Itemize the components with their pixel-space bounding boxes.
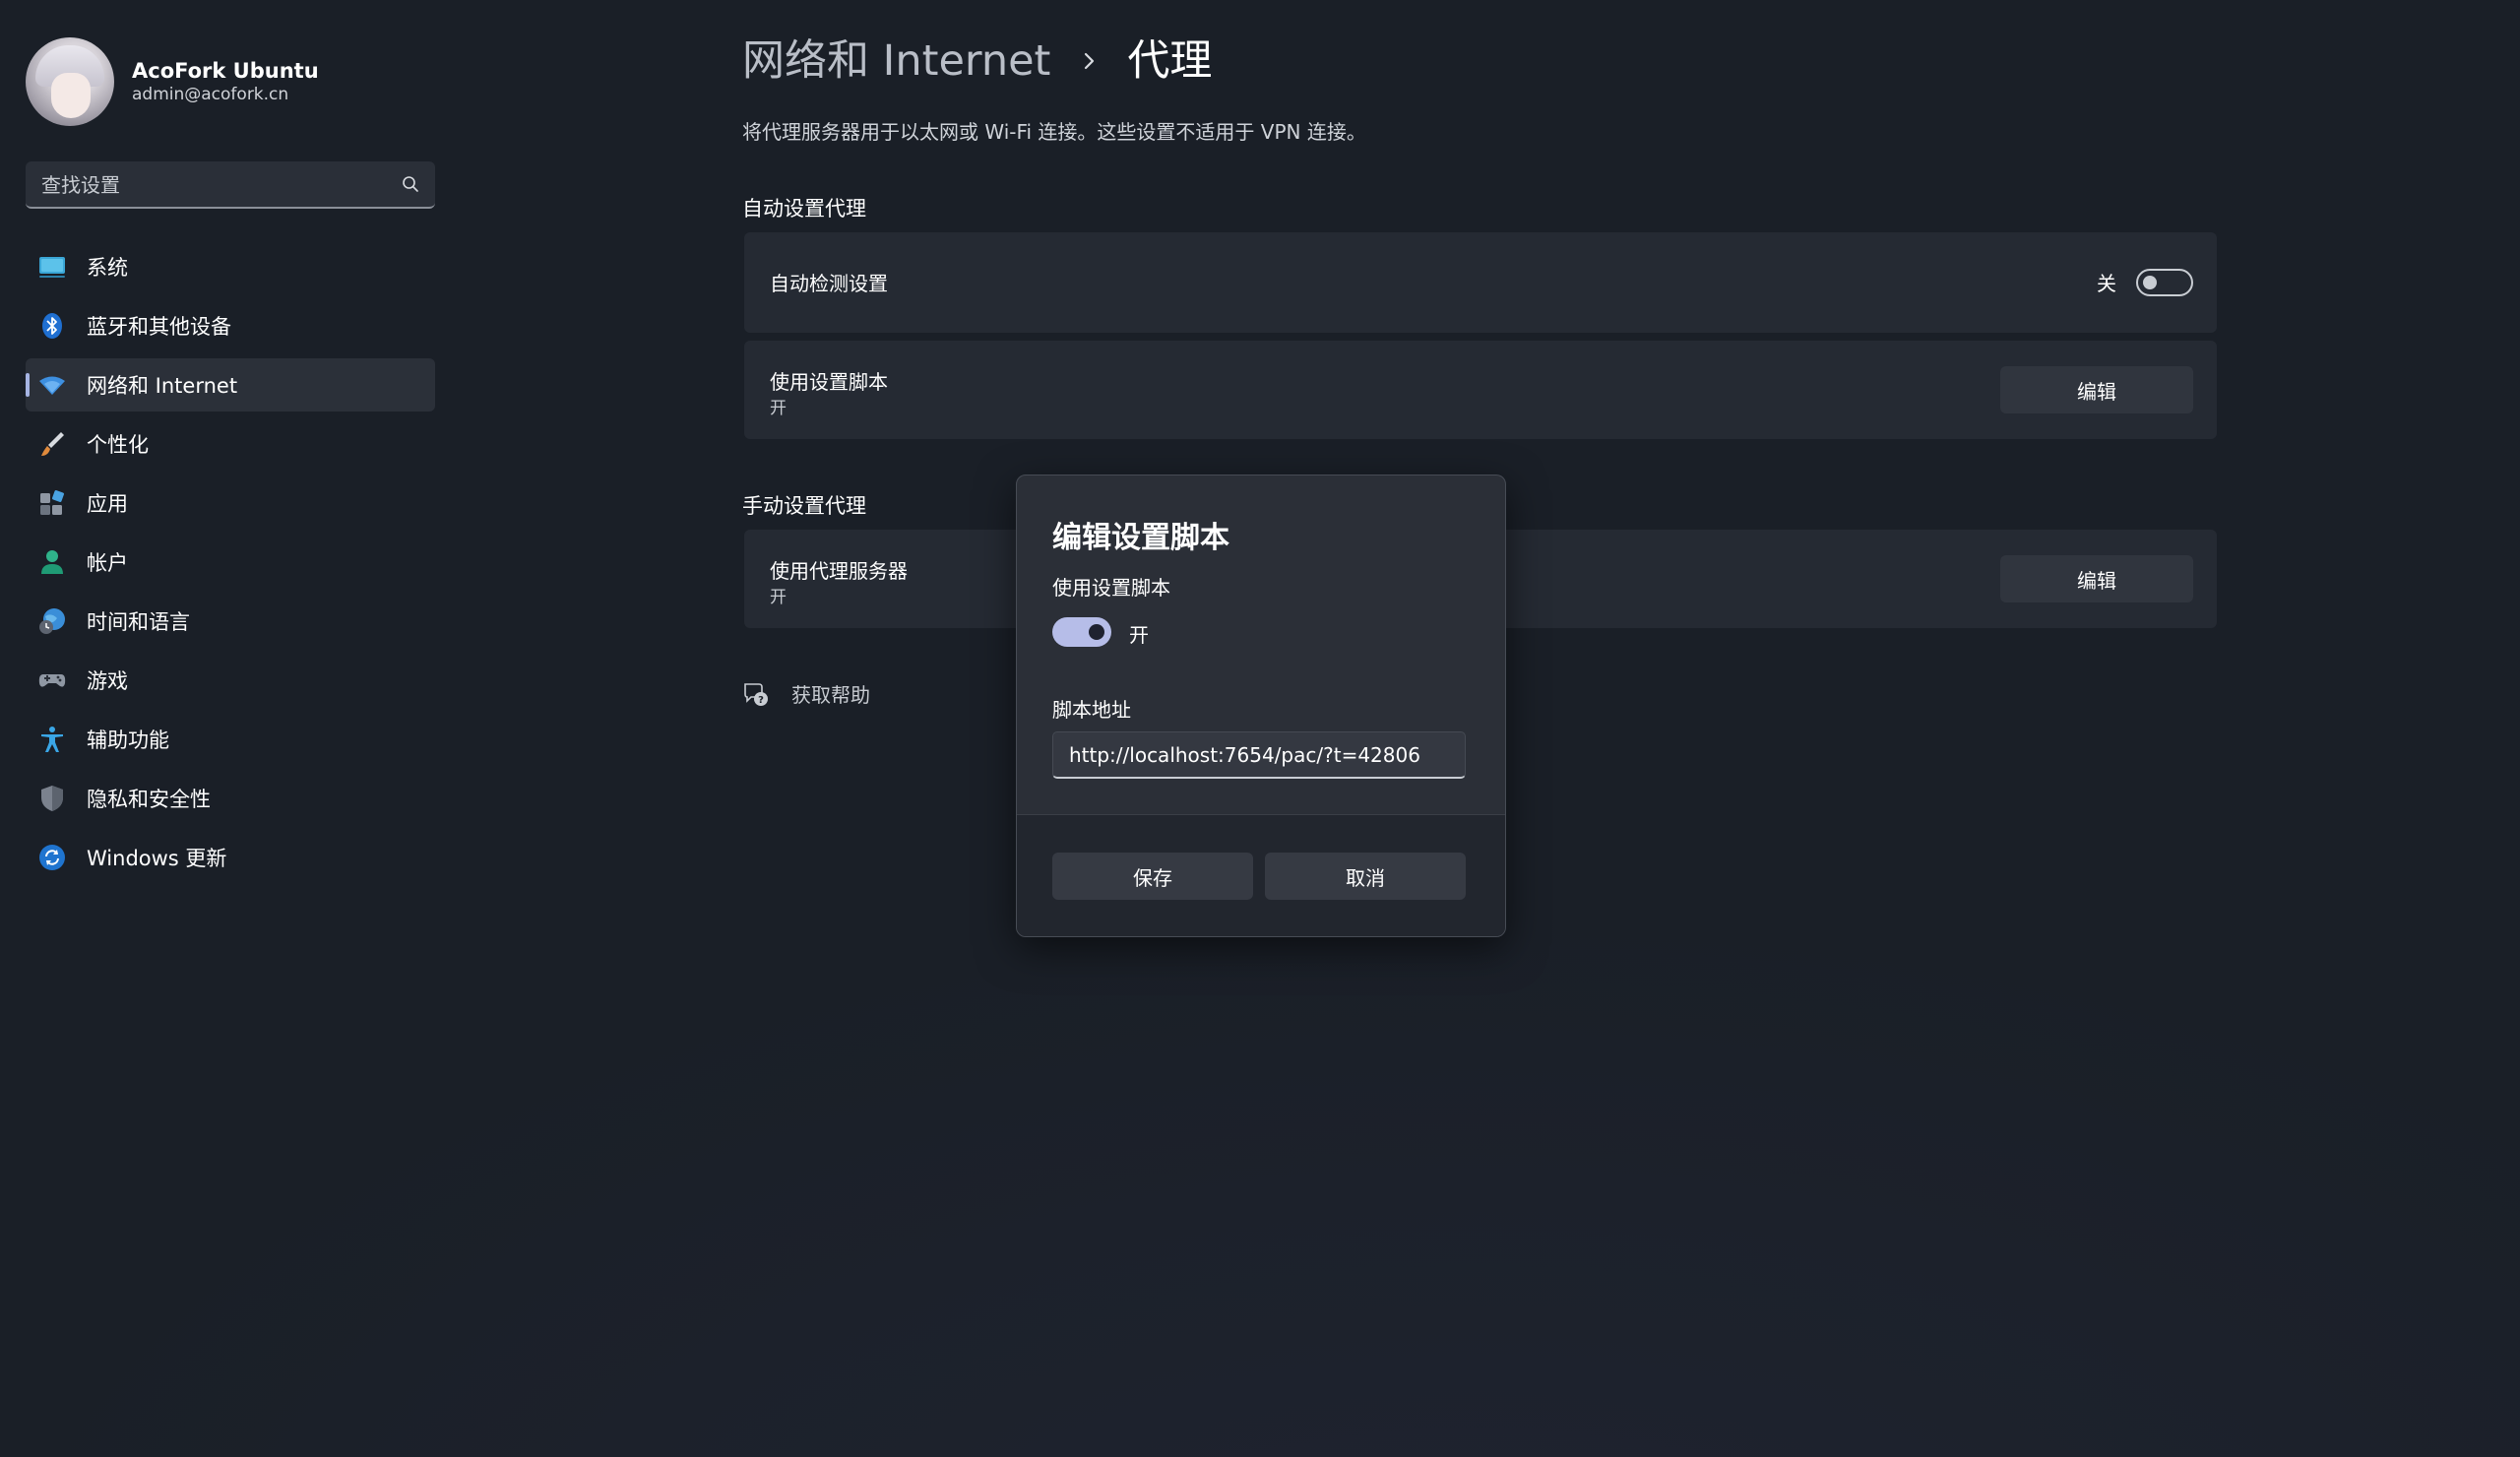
sidebar-item-network[interactable]: 网络和 Internet [26,358,435,412]
wifi-icon [37,370,67,400]
sidebar-item-label: Windows 更新 [87,847,227,870]
cancel-button[interactable]: 取消 [1265,853,1466,900]
help-chat-icon: ? [744,682,768,706]
sidebar-item-accounts[interactable]: 帐户 [26,536,435,589]
setup-script-card: 使用设置脚本 开 编辑 [744,341,2217,439]
auto-detect-card: 自动检测设置 关 [744,232,2217,333]
dialog-toggle-label: 使用设置脚本 [1052,576,1170,600]
sidebar-item-gaming[interactable]: 游戏 [26,654,435,707]
search-icon[interactable] [402,175,419,193]
search-box[interactable] [26,161,435,209]
sidebar-nav: 系统 蓝牙和其他设备 网络和 Internet 个性化 应用 帐户 时间和语言 … [26,240,435,890]
breadcrumb-parent[interactable]: 网络和 Internet [742,33,1050,89]
toggle-knob [2143,276,2157,289]
globe-clock-icon [37,606,67,636]
sidebar-item-accessibility[interactable]: 辅助功能 [26,713,435,766]
sidebar-item-bluetooth[interactable]: 蓝牙和其他设备 [26,299,435,352]
sidebar-item-time-language[interactable]: 时间和语言 [26,595,435,648]
sidebar-item-system[interactable]: 系统 [26,240,435,293]
auto-detect-state: 关 [2097,272,2116,295]
section-title-auto-proxy: 自动设置代理 [742,197,866,221]
sidebar-item-label: 游戏 [87,669,128,693]
accessibility-icon [37,725,67,754]
profile-email: admin@acofork.cn [132,85,289,104]
section-title-manual-proxy: 手动设置代理 [742,494,866,518]
save-button[interactable]: 保存 [1052,853,1253,900]
sidebar-item-label: 个性化 [87,433,149,457]
setup-script-title: 使用设置脚本 [770,370,888,394]
svg-text:?: ? [758,695,764,706]
proxy-server-title: 使用代理服务器 [770,559,908,583]
sidebar-item-privacy[interactable]: 隐私和安全性 [26,772,435,825]
avatar [26,37,114,126]
setup-script-status: 开 [770,399,787,418]
sidebar-item-label: 隐私和安全性 [87,788,211,811]
sidebar-item-label: 时间和语言 [87,610,190,634]
page-title: 代理 [1127,36,1213,86]
use-setup-script-toggle[interactable] [1052,617,1111,647]
dialog-title: 编辑设置脚本 [1052,521,1229,555]
sidebar-item-windows-update[interactable]: Windows 更新 [26,831,435,884]
proxy-server-edit-button[interactable]: 编辑 [2000,555,2193,602]
toggle-knob [1089,624,1104,640]
monitor-icon [37,252,67,282]
sidebar-item-label: 系统 [87,256,128,280]
settings-window: AcoFork Ubuntu admin@acofork.cn 系统 [0,0,2520,1457]
sidebar-item-apps[interactable]: 应用 [26,476,435,530]
refresh-icon [37,843,67,872]
user-profile[interactable]: AcoFork Ubuntu admin@acofork.cn [26,37,319,126]
breadcrumb: 网络和 Internet 代理 [742,33,1212,89]
dialog-toggle-state: 开 [1129,623,1149,647]
proxy-server-status: 开 [770,588,787,607]
sidebar-item-label: 帐户 [87,551,128,575]
get-help-label: 获取帮助 [791,683,870,707]
chevron-right-icon [1085,52,1095,70]
page-description: 将代理服务器用于以太网或 Wi-Fi 连接。这些设置不适用于 VPN 连接。 [742,120,1366,144]
gamepad-icon [37,665,67,695]
search-input[interactable] [39,169,388,201]
sidebar-item-label: 蓝牙和其他设备 [87,315,231,339]
edit-setup-script-dialog: 编辑设置脚本 使用设置脚本 开 脚本地址 保存 取消 [1016,475,1506,937]
brush-icon [37,429,67,459]
sidebar-item-label: 辅助功能 [87,728,169,752]
shield-icon [37,784,67,813]
script-address-input[interactable] [1052,731,1466,779]
profile-name: AcoFork Ubuntu [132,59,319,83]
script-address-label: 脚本地址 [1052,698,1131,722]
person-icon [37,547,67,577]
auto-detect-title: 自动检测设置 [770,272,888,295]
dialog-footer: 保存 取消 [1017,814,1505,936]
sidebar-item-label: 网络和 Internet [87,374,238,398]
bluetooth-icon [37,311,67,341]
setup-script-edit-button[interactable]: 编辑 [2000,366,2193,413]
apps-icon [37,488,67,518]
get-help-link[interactable]: ? 获取帮助 [742,679,870,708]
sidebar-item-label: 应用 [87,492,128,516]
auto-detect-toggle[interactable] [2136,269,2193,296]
sidebar-item-personalization[interactable]: 个性化 [26,417,435,471]
